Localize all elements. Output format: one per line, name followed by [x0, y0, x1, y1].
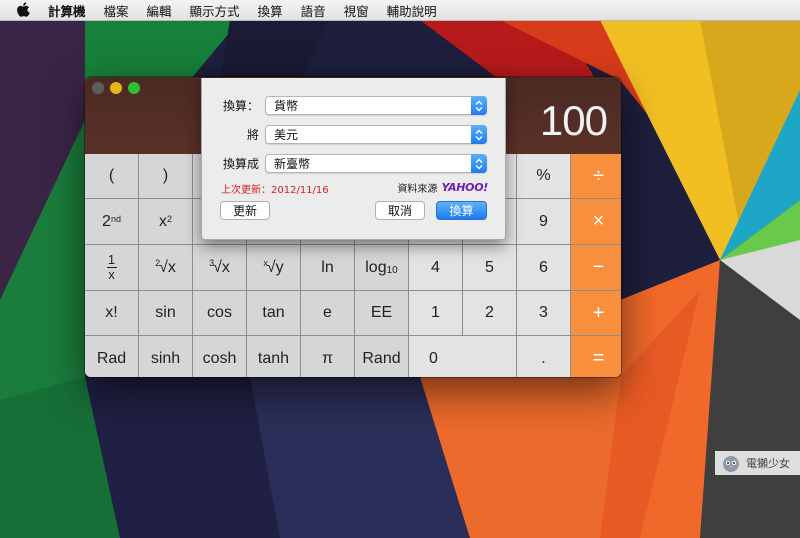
key-pi[interactable]: π	[301, 336, 354, 377]
minimize-window-button[interactable]	[110, 82, 122, 94]
key-4[interactable]: 4	[409, 245, 462, 290]
convert-type-label: 換算：	[222, 99, 259, 113]
key-cos[interactable]: cos	[193, 291, 246, 335]
key-percent[interactable]: %	[517, 154, 570, 198]
key-y-root[interactable]: x √y	[247, 245, 300, 290]
menu-window[interactable]: 視窗	[335, 1, 378, 20]
key-rad[interactable]: Rad	[85, 336, 138, 377]
popup-arrows-icon	[471, 96, 487, 115]
key-tan[interactable]: tan	[247, 291, 300, 335]
watermark-text: 電獺少女	[746, 457, 790, 470]
convert-to-row: 換算成 新臺幣	[202, 153, 505, 174]
menu-edit[interactable]: 編輯	[138, 1, 181, 20]
watermark: 電獺少女	[715, 451, 800, 475]
convert-to-value: 新臺幣	[274, 157, 311, 171]
key-multiply[interactable]: ×	[571, 199, 621, 244]
key-open-paren[interactable]: (	[85, 154, 138, 198]
display-value: 100	[539, 97, 608, 144]
key-1[interactable]: 1	[409, 291, 462, 335]
convert-type-value: 貨幣	[274, 99, 299, 113]
key-decimal[interactable]: .	[517, 336, 570, 377]
convert-type-select[interactable]: 貨幣	[265, 96, 487, 115]
convert-from-select[interactable]: 美元	[265, 125, 487, 144]
menu-calculator[interactable]: 計算機	[44, 1, 95, 20]
last-updated-text: 上次更新：2012/11/16	[221, 185, 329, 196]
convert-type-row: 換算： 貨幣	[202, 95, 505, 116]
key-rand[interactable]: Rand	[355, 336, 408, 377]
key-equals[interactable]: =	[571, 336, 621, 377]
apple-icon[interactable]	[16, 2, 30, 18]
key-cosh[interactable]: cosh	[193, 336, 246, 377]
menu-bar: 計算機 檔案 編輯 顯示方式 換算 語音 視窗 輔助說明	[0, 0, 800, 21]
menu-view[interactable]: 顯示方式	[181, 1, 249, 20]
convert-from-row: 將 美元	[202, 124, 505, 145]
key-sin[interactable]: sin	[139, 291, 192, 335]
convert-from-value: 美元	[274, 128, 299, 142]
convert-from-label: 將	[246, 128, 259, 142]
close-window-button[interactable]	[92, 82, 104, 94]
popup-arrows-icon	[471, 154, 487, 173]
key-5[interactable]: 5	[463, 245, 516, 290]
convert-to-select[interactable]: 新臺幣	[265, 154, 487, 173]
key-3[interactable]: 3	[517, 291, 570, 335]
menu-speech[interactable]: 語音	[292, 1, 335, 20]
key-add[interactable]: +	[571, 291, 621, 335]
key-e[interactable]: e	[301, 291, 354, 335]
key-0[interactable]: 0	[409, 336, 516, 377]
otter-mascot-icon	[723, 456, 739, 472]
key-close-paren[interactable]: )	[139, 154, 192, 198]
key-6[interactable]: 6	[517, 245, 570, 290]
key-square-root[interactable]: 2 √x	[139, 245, 192, 290]
key-subtract[interactable]: −	[571, 245, 621, 290]
conversion-sheet: 換算： 貨幣 將 美元 換算成 新臺幣 上次更新：2012/11/16 資料來源…	[201, 78, 506, 240]
key-ee[interactable]: EE	[355, 291, 408, 335]
key-ln[interactable]: ln	[301, 245, 354, 290]
key-x-squared[interactable]: x2	[139, 199, 192, 244]
key-tanh[interactable]: tanh	[247, 336, 300, 377]
key-log10[interactable]: log 10	[355, 245, 408, 290]
key-second[interactable]: 2nd	[85, 199, 138, 244]
key-reciprocal[interactable]: 1x	[85, 245, 138, 290]
data-source: 資料來源 YAHOO!	[397, 180, 488, 195]
popup-arrows-icon	[471, 125, 487, 144]
key-factorial[interactable]: x!	[85, 291, 138, 335]
yahoo-logo: YAHOO!	[441, 181, 488, 194]
menu-file[interactable]: 檔案	[95, 1, 138, 20]
menu-convert[interactable]: 換算	[249, 1, 292, 20]
key-2[interactable]: 2	[463, 291, 516, 335]
zoom-window-button[interactable]	[128, 82, 140, 94]
convert-button[interactable]: 換算	[436, 201, 487, 220]
key-divide[interactable]: ÷	[571, 154, 621, 198]
update-button[interactable]: 更新	[220, 201, 270, 220]
key-sinh[interactable]: sinh	[139, 336, 192, 377]
cancel-button[interactable]: 取消	[375, 201, 425, 220]
key-cube-root[interactable]: 3 √x	[193, 245, 246, 290]
menu-help[interactable]: 輔助說明	[378, 1, 446, 20]
data-source-label: 資料來源	[397, 184, 438, 195]
convert-to-label: 換算成	[222, 157, 259, 171]
key-9[interactable]: 9	[517, 199, 570, 244]
